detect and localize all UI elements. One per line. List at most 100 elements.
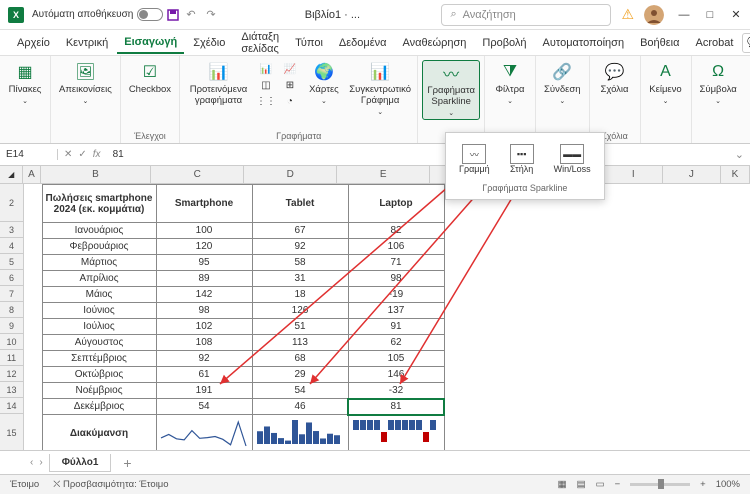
expand-formula-bar[interactable]: ⌄ bbox=[729, 148, 750, 161]
autosave-toggle[interactable]: Αυτόματη αποθήκευση bbox=[32, 8, 163, 21]
menu-Διάταξη σελίδας[interactable]: Διάταξη σελίδας bbox=[234, 27, 286, 59]
menu-Αυτοματοποίηση[interactable]: Αυτοματοποίηση bbox=[536, 33, 632, 53]
formula-bar: E14 ✕ ✓ fx 81 ⌄ bbox=[0, 144, 750, 166]
minimize-button[interactable]: — bbox=[678, 9, 690, 21]
menu-Αρχείο[interactable]: Αρχείο bbox=[10, 33, 57, 53]
collapse-ribbon-button[interactable]: ⌄ bbox=[745, 56, 750, 143]
col-header-J[interactable]: J bbox=[663, 166, 721, 184]
zoom-out-button[interactable]: − bbox=[615, 479, 621, 490]
search-box[interactable]: ⌕ Αναζήτηση bbox=[441, 4, 611, 26]
view-normal-icon[interactable]: ▦ bbox=[558, 479, 567, 490]
col-header-A[interactable]: A bbox=[23, 166, 40, 184]
menu-Acrobat[interactable]: Acrobat bbox=[688, 33, 740, 53]
col-header-I[interactable]: I bbox=[605, 166, 663, 184]
worksheet-grid[interactable]: ◢ABCDEFGHIJK 2345678910111213141516 Πωλή… bbox=[0, 166, 750, 450]
links-button[interactable]: 🔗Σύνδεση⌄ bbox=[540, 60, 585, 107]
sparklines-button[interactable]: 〰Γραφήματα Sparkline⌄ bbox=[422, 60, 480, 120]
maps-button[interactable]: 🌍Χάρτες⌄ bbox=[303, 60, 345, 107]
menu-Κεντρική[interactable]: Κεντρική bbox=[59, 33, 115, 53]
row-header-5[interactable]: 5 bbox=[0, 254, 24, 270]
menu-Αναθεώρηση[interactable]: Αναθεώρηση bbox=[395, 33, 473, 53]
row-header-13[interactable]: 13 bbox=[0, 382, 24, 398]
view-break-icon[interactable]: ▭ bbox=[596, 479, 605, 490]
checkbox-button[interactable]: ☑Checkbox bbox=[125, 60, 175, 97]
menu-Εισαγωγή[interactable]: Εισαγωγή bbox=[117, 32, 184, 54]
data-table[interactable]: Πωλήσεις smartphone 2024 (εκ. κομμάτια)S… bbox=[24, 184, 445, 450]
sparkline-line-option[interactable]: 〰Γραμμή bbox=[452, 139, 497, 179]
row-header-9[interactable]: 9 bbox=[0, 318, 24, 334]
menu-Βοήθεια[interactable]: Βοήθεια bbox=[633, 33, 686, 53]
maximize-button[interactable]: □ bbox=[704, 9, 716, 21]
filter-icon: ⧩ bbox=[500, 62, 520, 82]
comments-button[interactable]: 💬Σχόλια bbox=[594, 60, 636, 97]
col-header-D[interactable]: D bbox=[244, 166, 337, 184]
sparkline-dropdown: 〰Γραμμή ▪▪▪Στήλη ▬▬Win/Loss Γραφήματα Sp… bbox=[445, 132, 605, 200]
scatter-chart-icon[interactable]: ⋮⋮ bbox=[257, 94, 275, 108]
view-page-icon[interactable]: ▤ bbox=[577, 479, 586, 490]
formula-input[interactable]: 81 bbox=[107, 149, 729, 160]
statistic-chart-icon[interactable]: ⊞ bbox=[281, 78, 299, 92]
text-button[interactable]: AΚείμενο⌄ bbox=[645, 60, 687, 107]
combo-chart-icon[interactable]: ◔ bbox=[281, 94, 299, 108]
row-header-11[interactable]: 11 bbox=[0, 350, 24, 366]
excel-icon: X bbox=[8, 7, 24, 23]
comments-pane-button[interactable]: 💬 bbox=[742, 33, 750, 53]
zoom-slider[interactable] bbox=[630, 483, 690, 486]
col-header-C[interactable]: C bbox=[151, 166, 244, 184]
tables-button[interactable]: ▦Πίνακες⌄ bbox=[4, 60, 46, 107]
col-header-E[interactable]: E bbox=[337, 166, 430, 184]
row-header-6[interactable]: 6 bbox=[0, 270, 24, 286]
zoom-level[interactable]: 100% bbox=[716, 479, 740, 490]
toggle-switch[interactable] bbox=[137, 8, 163, 21]
cancel-formula-icon[interactable]: ✕ bbox=[64, 149, 72, 160]
col-header-B[interactable]: B bbox=[41, 166, 151, 184]
hierarchy-chart-icon[interactable]: ◫ bbox=[257, 78, 275, 92]
table-icon: ▦ bbox=[15, 62, 35, 82]
autosave-label: Αυτόματη αποθήκευση bbox=[32, 9, 133, 20]
status-ready: Έτοιμο bbox=[10, 479, 39, 490]
symbols-button[interactable]: ΩΣύμβολα⌄ bbox=[696, 60, 741, 107]
row-header-15[interactable]: 15 bbox=[0, 414, 24, 450]
warning-icon[interactable]: ⚠ bbox=[621, 6, 634, 23]
document-title: Βιβλίο1 · ... bbox=[223, 9, 441, 21]
add-sheet-button[interactable]: + bbox=[117, 455, 137, 471]
sparkline-winloss-option[interactable]: ▬▬Win/Loss bbox=[547, 139, 598, 179]
recommended-charts-button[interactable]: 📊Προτεινόμενα γραφήματα bbox=[184, 60, 253, 108]
user-avatar[interactable] bbox=[644, 5, 664, 25]
col-header-K[interactable]: K bbox=[721, 166, 750, 184]
menu-Τύποι[interactable]: Τύποι bbox=[288, 33, 330, 53]
sheet-prev-icon[interactable]: ‹ bbox=[30, 457, 33, 468]
row-header-7[interactable]: 7 bbox=[0, 286, 24, 302]
status-accessibility[interactable]: ⛌ Προσβασιμότητα: Έτοιμο bbox=[53, 479, 168, 490]
name-box[interactable]: E14 bbox=[0, 149, 58, 160]
save-icon[interactable] bbox=[166, 8, 180, 22]
close-button[interactable]: ✕ bbox=[730, 9, 742, 21]
sheet-tab[interactable]: Φύλλο1 bbox=[49, 454, 112, 472]
line-chart-icon[interactable]: 📈 bbox=[281, 62, 299, 76]
checkbox-icon: ☑ bbox=[140, 62, 160, 82]
fx-icon[interactable]: fx bbox=[93, 149, 101, 160]
row-header-14[interactable]: 14 bbox=[0, 398, 24, 414]
column-spark-icon: ▪▪▪ bbox=[510, 144, 534, 164]
row-header-3[interactable]: 3 bbox=[0, 222, 24, 238]
undo-icon[interactable]: ↶ bbox=[186, 8, 200, 22]
menu-Προβολή[interactable]: Προβολή bbox=[475, 33, 533, 53]
row-header-8[interactable]: 8 bbox=[0, 302, 24, 318]
row-header-2[interactable]: 2 bbox=[0, 184, 24, 222]
pivotchart-button[interactable]: 📊Συγκεντρωτικό Γράφημα⌄ bbox=[347, 60, 413, 118]
sheet-next-icon[interactable]: › bbox=[39, 457, 42, 468]
select-all-button[interactable]: ◢ bbox=[0, 166, 23, 184]
zoom-in-button[interactable]: + bbox=[700, 479, 706, 490]
filters-button[interactable]: ⧩Φίλτρα⌄ bbox=[489, 60, 531, 107]
menu-Δεδομένα[interactable]: Δεδομένα bbox=[332, 33, 394, 53]
row-header-4[interactable]: 4 bbox=[0, 238, 24, 254]
menu-Σχέδιο[interactable]: Σχέδιο bbox=[186, 33, 232, 53]
pictures-button[interactable]: 🖼Απεικονίσεις⌄ bbox=[55, 60, 116, 107]
search-placeholder: Αναζήτηση bbox=[463, 9, 516, 21]
row-header-12[interactable]: 12 bbox=[0, 366, 24, 382]
accept-formula-icon[interactable]: ✓ bbox=[78, 149, 86, 160]
column-chart-icon[interactable]: 📊 bbox=[257, 62, 275, 76]
row-header-10[interactable]: 10 bbox=[0, 334, 24, 350]
redo-icon[interactable]: ↷ bbox=[206, 8, 220, 22]
sparkline-column-option[interactable]: ▪▪▪Στήλη bbox=[503, 139, 541, 179]
